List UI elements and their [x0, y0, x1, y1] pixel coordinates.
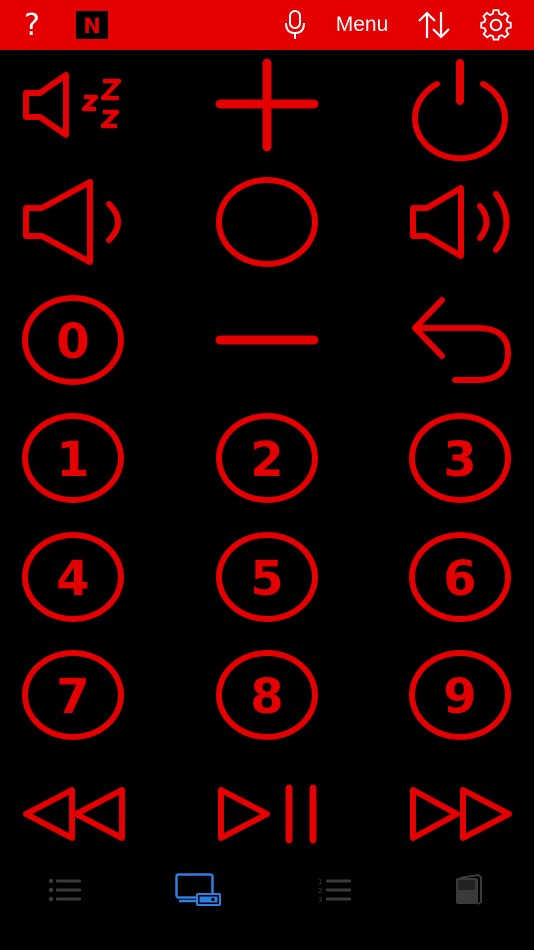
ok-icon [216, 177, 318, 267]
mute-button[interactable] [18, 55, 128, 155]
gear-icon [480, 9, 512, 41]
mute-icon [23, 72, 122, 138]
digit-3-button[interactable]: 3 [405, 408, 515, 508]
tab-bar: 1 2 3 [0, 860, 534, 920]
ok-button[interactable] [212, 172, 322, 272]
volume-down-icon [23, 179, 121, 265]
numbered-list-icon: 1 2 3 [318, 878, 351, 903]
back-icon [412, 297, 511, 383]
digit-9-icon: 9 [409, 650, 511, 740]
digit-4-button[interactable]: 4 [18, 527, 128, 627]
digit-1-icon: 1 [22, 413, 124, 503]
svg-text:2: 2 [318, 887, 322, 895]
digit-5-icon: 5 [216, 532, 318, 622]
volume-up-icon [410, 185, 510, 259]
menu-button[interactable]: Menu [326, 0, 398, 50]
digit-7-icon: 7 [22, 650, 124, 740]
digit-3-label: 3 [443, 432, 476, 488]
digit-2-button[interactable]: 2 [212, 408, 322, 508]
list-icon [48, 878, 81, 902]
help-button[interactable]: ? [10, 0, 54, 50]
rewind-button[interactable] [18, 764, 128, 864]
digit-8-label: 8 [250, 669, 283, 725]
channel-down-button[interactable] [212, 290, 322, 390]
tab-remote[interactable] [159, 860, 239, 920]
volume-down-button[interactable] [18, 172, 128, 272]
digit-5-button[interactable]: 5 [212, 527, 322, 627]
back-button[interactable] [405, 290, 515, 390]
play-pause-icon [218, 784, 317, 844]
fast-forward-button[interactable] [405, 764, 515, 864]
svg-text:3: 3 [318, 896, 322, 903]
settings-button[interactable] [474, 0, 518, 50]
digit-8-button[interactable]: 8 [212, 645, 322, 745]
tab-list[interactable] [25, 860, 105, 920]
svg-text:1: 1 [318, 878, 322, 886]
digit-1-button[interactable]: 1 [18, 408, 128, 508]
sort-arrows-icon [418, 11, 450, 39]
digit-0-label: 0 [56, 314, 89, 370]
remote-device-icon [175, 873, 221, 906]
volume-up-button[interactable] [405, 172, 515, 272]
digit-2-label: 2 [250, 432, 283, 488]
power-button[interactable] [405, 55, 515, 162]
digit-3-icon: 3 [409, 413, 511, 503]
digit-5-label: 5 [250, 551, 283, 607]
top-bar: ? N Menu [0, 0, 534, 50]
digit-4-label: 4 [56, 551, 89, 607]
sort-button[interactable] [412, 0, 456, 50]
microphone-button[interactable] [278, 0, 312, 50]
digit-2-icon: 2 [216, 413, 318, 503]
play-pause-button[interactable] [212, 764, 322, 864]
rewind-icon [23, 787, 125, 841]
microphone-icon [285, 10, 305, 39]
help-label: ? [24, 7, 40, 43]
tab-numbered-list[interactable]: 1 2 3 [295, 860, 375, 920]
channel-up-button[interactable] [212, 55, 322, 155]
menu-label: Menu [335, 13, 389, 36]
digit-0-button[interactable]: 0 [18, 290, 128, 390]
digit-7-button[interactable]: 7 [18, 645, 128, 745]
book-icon [456, 874, 482, 905]
fast-forward-icon [410, 787, 512, 841]
digit-1-label: 1 [56, 432, 89, 488]
digit-9-button[interactable]: 9 [405, 645, 515, 745]
channel-up-icon [215, 58, 319, 152]
power-icon [412, 59, 508, 162]
netflix-logo-letter: N [83, 14, 101, 38]
channel-down-icon [215, 335, 319, 345]
digit-7-label: 7 [56, 669, 89, 725]
netflix-button[interactable]: N [76, 0, 108, 50]
digit-9-label: 9 [443, 669, 476, 725]
digit-4-icon: 4 [22, 532, 124, 622]
netflix-icon: N [76, 11, 108, 39]
digit-6-button[interactable]: 6 [405, 527, 515, 627]
digit-6-icon: 6 [409, 532, 511, 622]
digit-6-label: 6 [443, 551, 476, 607]
tab-book[interactable] [429, 860, 509, 920]
digit-8-icon: 8 [216, 650, 318, 740]
digit-0-icon: 0 [22, 295, 124, 385]
